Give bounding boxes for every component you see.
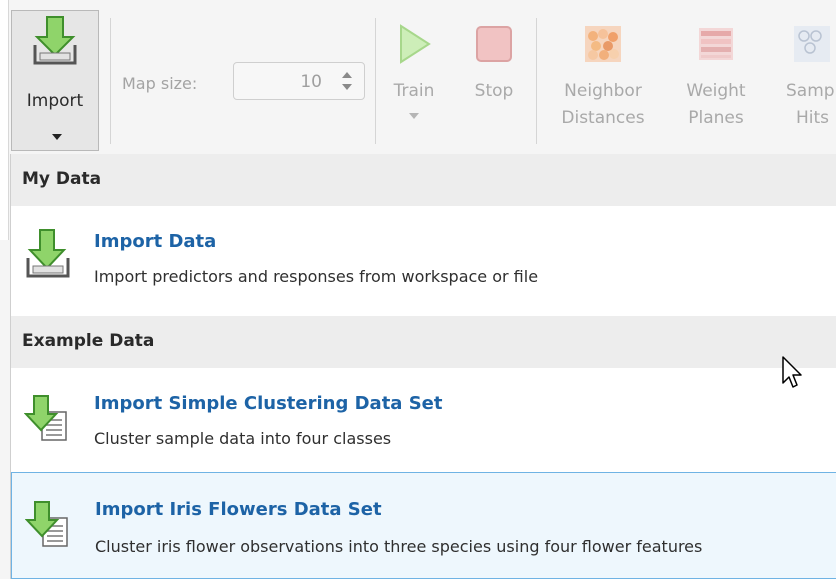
train-button[interactable]: Train	[384, 24, 444, 120]
import-data-icon	[26, 229, 70, 278]
mouse-cursor-icon	[782, 356, 802, 388]
menu-item-description: Cluster iris flower observations into th…	[95, 537, 703, 556]
weight-planes-line2: Planes	[688, 108, 744, 128]
weight-planes-button[interactable]: Weight Planes	[674, 24, 758, 132]
play-icon	[400, 24, 431, 64]
map-size-spinner[interactable]: 10	[233, 62, 365, 100]
import-dataset-icon	[25, 501, 68, 547]
stop-icon	[476, 26, 512, 62]
separator	[375, 18, 376, 144]
chevron-down-icon	[52, 134, 62, 140]
menu-item-import-data[interactable]: Import Data Import predictors and respon…	[11, 206, 836, 314]
chevron-down-icon	[409, 113, 419, 119]
menu-item-title: Import Simple Clustering Data Set	[94, 393, 443, 414]
weight-planes-line1: Weight	[686, 81, 746, 101]
separator	[110, 18, 111, 144]
sample-hits-line1: Samp	[786, 81, 835, 101]
import-button-label: Import	[26, 91, 84, 111]
menu-item-import-iris-flowers[interactable]: Import Iris Flowers Data Set Cluster iri…	[11, 472, 836, 579]
stop-label: Stop	[474, 81, 514, 101]
map-size-value[interactable]: 10	[300, 72, 322, 92]
weight-planes-icon	[699, 28, 733, 60]
map-size-label: Map size:	[122, 74, 198, 93]
import-download-icon	[33, 16, 77, 65]
separator	[536, 18, 537, 144]
menu-item-description: Import predictors and responses from wor…	[94, 267, 539, 286]
menu-item-description: Cluster sample data into four classes	[94, 429, 392, 448]
neighbor-distances-button[interactable]: Neighbor Distances	[548, 24, 658, 132]
sample-hits-button[interactable]: Samp Hits	[772, 24, 836, 132]
train-label: Train	[393, 81, 435, 101]
sample-hits-line2: Hits	[796, 108, 830, 128]
menu-item-title: Import Data	[94, 231, 217, 252]
neighbor-distances-line1: Neighbor	[564, 81, 642, 101]
import-button[interactable]: Import	[11, 10, 99, 151]
toolstrip: Import Map size: 10 Train Stop Neighbor …	[0, 0, 836, 240]
menu-item-import-simple-clustering[interactable]: Import Simple Clustering Data Set Cluste…	[11, 369, 836, 469]
menu-item-title: Import Iris Flowers Data Set	[95, 499, 382, 520]
hexagon-heatmap-icon	[585, 26, 621, 62]
section-header-my-data: My Data	[11, 154, 836, 206]
window-edge	[0, 0, 9, 240]
section-header-example-data: Example Data	[11, 316, 836, 368]
spinner-arrows-icon[interactable]	[340, 69, 354, 93]
neighbor-distances-line2: Distances	[561, 108, 645, 128]
import-dropdown-menu: My Data Import Data Import predictors an…	[10, 154, 836, 579]
sample-hits-icon	[794, 26, 830, 62]
import-dataset-icon	[24, 395, 67, 441]
stop-button[interactable]: Stop	[465, 24, 523, 105]
